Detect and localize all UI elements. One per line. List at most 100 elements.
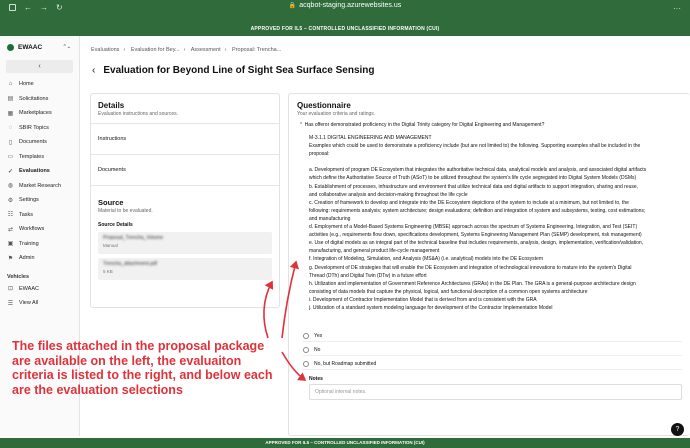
lock-icon: 🔒 [288, 3, 297, 9]
sidebar-item-label: EWAAC [19, 285, 39, 292]
source-title: Source [98, 198, 124, 207]
classification-banner-bottom: APPROVED FOR IL5 – CONTROLLED UNCLASSIFI… [0, 438, 690, 448]
sidebar-item-label: View All [19, 300, 39, 307]
option-roadmap[interactable]: No, but Roadmap submitted [303, 358, 682, 371]
sidebar-item-label: Training [19, 240, 39, 247]
source-subtitle: Material to be evaluated. [98, 208, 153, 214]
breadcrumb-separator: › [183, 47, 186, 53]
divider [91, 185, 279, 186]
sidebar-item-templates[interactable]: ▭ Templates [0, 150, 79, 165]
sidebar-item-label: Evaluations [19, 168, 50, 175]
option-yes[interactable]: Yes [303, 330, 682, 343]
home-icon: ⌂ [8, 81, 13, 88]
training-icon: ▣ [7, 241, 14, 248]
breadcrumb-item[interactable]: Evaluation for Bey... [131, 47, 180, 53]
breadcrumb-separator: › [224, 47, 227, 53]
sidebar-item-view-all[interactable]: ☰ View All [0, 296, 79, 311]
sidebar-item-evaluations[interactable]: ✓ Evaluations [0, 164, 79, 179]
option-label: No, but Roadmap submitted [314, 360, 377, 367]
divider [91, 123, 279, 124]
criteria-line: h. Utilization and implementation of Gov… [309, 280, 636, 287]
criteria-line: consisting of data models that capture t… [309, 288, 588, 295]
criteria-line: j. Utilization of a standard system mode… [309, 304, 553, 311]
option-no[interactable]: No [303, 344, 682, 357]
sidebar-item-label: Admin [19, 255, 35, 262]
details-title: Details [98, 101, 125, 110]
check-icon: ✓ [7, 168, 14, 175]
details-card: Details Evaluation instructions and sour… [90, 93, 280, 308]
classification-banner: APPROVED FOR IL5 – CONTROLLED UNCLASSIFI… [0, 23, 690, 36]
store-icon: ▦ [7, 110, 14, 117]
sidebar-item-solicitations[interactable]: ▤ Solicitations [0, 92, 79, 107]
criteria-line: d. Employment of a Model-Based Systems E… [309, 224, 638, 231]
radio-button[interactable] [303, 332, 309, 339]
address-bar[interactable]: 🔒 acqbot-staging.azurewebsites.us [0, 2, 690, 9]
sidebar-item-documents[interactable]: ▯ Documents [0, 135, 79, 150]
questionnaire-subtitle: Your evaluation criteria and ratings. [297, 111, 376, 117]
questionnaire-card: Questionnaire Your evaluation criteria a… [288, 93, 690, 436]
sidebar-item-home[interactable]: ⌂ Home [0, 77, 79, 92]
list-icon: ☰ [7, 300, 14, 307]
workflow-icon: ⇄ [7, 226, 14, 233]
sidebar-item-admin[interactable]: ⚑ Admin [0, 251, 79, 266]
more-icon[interactable]: ··· [673, 4, 681, 13]
file-icon: ▤ [7, 96, 14, 103]
source-file-item[interactable]: Trencha_attachment.pdf 5 KB [98, 258, 272, 280]
help-button[interactable]: ? [671, 423, 684, 436]
sidebar-item-settings[interactable]: ⚙ Settings [0, 193, 79, 208]
sidebar-item-market-research[interactable]: ◍ Market Research [0, 179, 79, 194]
lightbulb-icon: ◌ [8, 124, 13, 131]
source-file-item[interactable]: Proposal_Trencha_Volume Manual [98, 232, 272, 254]
option-label: Yes [314, 332, 323, 339]
divider [91, 154, 279, 155]
question-row[interactable]: ⌃ Has offeror demonstrated proficiency i… [289, 117, 690, 128]
documents-link[interactable]: Documents [91, 161, 279, 179]
criteria-line: and collaborative analysis and decision-… [309, 191, 468, 198]
sidebar-item-label: SBIR Topics [19, 124, 49, 131]
page-title-text: Evaluation for Beyond Line of Sight Sea … [103, 65, 375, 76]
radio-button[interactable] [303, 360, 309, 367]
sidebar-item-workflows[interactable]: ⇄ Workflows [0, 222, 79, 237]
criteria-line: g. Development of DE strategies that wil… [309, 264, 632, 271]
org-logo-icon [7, 43, 14, 51]
instructions-link[interactable]: Instructions [91, 130, 279, 148]
criteria-line: following: requirements analysis; system… [309, 207, 646, 214]
notes-input[interactable]: Optional internal notes. [309, 384, 682, 401]
sidebar-item-vehicle-ewaac[interactable]: ⊡ EWAAC [0, 282, 79, 297]
source-details-label: Source Details [98, 222, 133, 228]
document-icon: ▯ [8, 139, 13, 146]
breadcrumb-item[interactable]: Assessment [191, 47, 221, 53]
org-switcher[interactable]: EWAAC ⌃⌄ [0, 36, 79, 58]
admin-icon: ⚑ [7, 255, 14, 262]
globe-icon: ◍ [7, 183, 14, 190]
sidebar-item-label: Marketplaces [19, 110, 52, 117]
sidebar-item-sbir-topics[interactable]: ◌ SBIR Topics [0, 121, 79, 136]
collapse-sidebar-button[interactable]: ‹ [6, 60, 73, 73]
notes-label: Notes [309, 376, 323, 383]
questionnaire-title: Questionnaire [297, 101, 351, 110]
sidebar-item-label: Workflows [19, 226, 45, 233]
sidebar-item-marketplaces[interactable]: ▦ Marketplaces [0, 106, 79, 121]
sidebar-item-tasks[interactable]: ☷ Tasks [0, 208, 79, 223]
question-text: Has offeror demonstrated proficiency in … [304, 122, 545, 128]
back-chevron-icon[interactable]: ‹ [92, 65, 95, 76]
url-text: acqbot-staging.azurewebsites.us [299, 2, 402, 9]
file-meta: 5 KB [103, 269, 113, 274]
sidebar-item-training[interactable]: ▣ Training [0, 237, 79, 252]
sidebar-item-label: Solicitations [19, 95, 49, 102]
breadcrumb-item[interactable]: Proposal: Trencha... [232, 47, 281, 53]
criteria-line: a. Development of program DE Ecosystem t… [309, 167, 647, 174]
criteria-line: manufacturing, and general product life-… [309, 248, 440, 255]
radio-button[interactable] [303, 346, 309, 353]
criteria-line: i. Development of Contractor Implementat… [309, 296, 537, 303]
template-icon: ▭ [7, 154, 14, 161]
chevron-updown-icon: ⌃⌄ [62, 44, 71, 50]
sidebar-item-label: Settings [19, 197, 39, 204]
breadcrumb-item[interactable]: Evaluations [91, 47, 119, 53]
details-subtitle: Evaluation instructions and sources. [98, 111, 179, 117]
criteria-line: Examples which could be used to demonstr… [309, 143, 641, 150]
file-meta: Manual [103, 243, 118, 248]
criteria-line: e. Use of digital models as an integral … [309, 240, 644, 247]
annotation-text: The files attached in the proposal packa… [12, 339, 273, 397]
